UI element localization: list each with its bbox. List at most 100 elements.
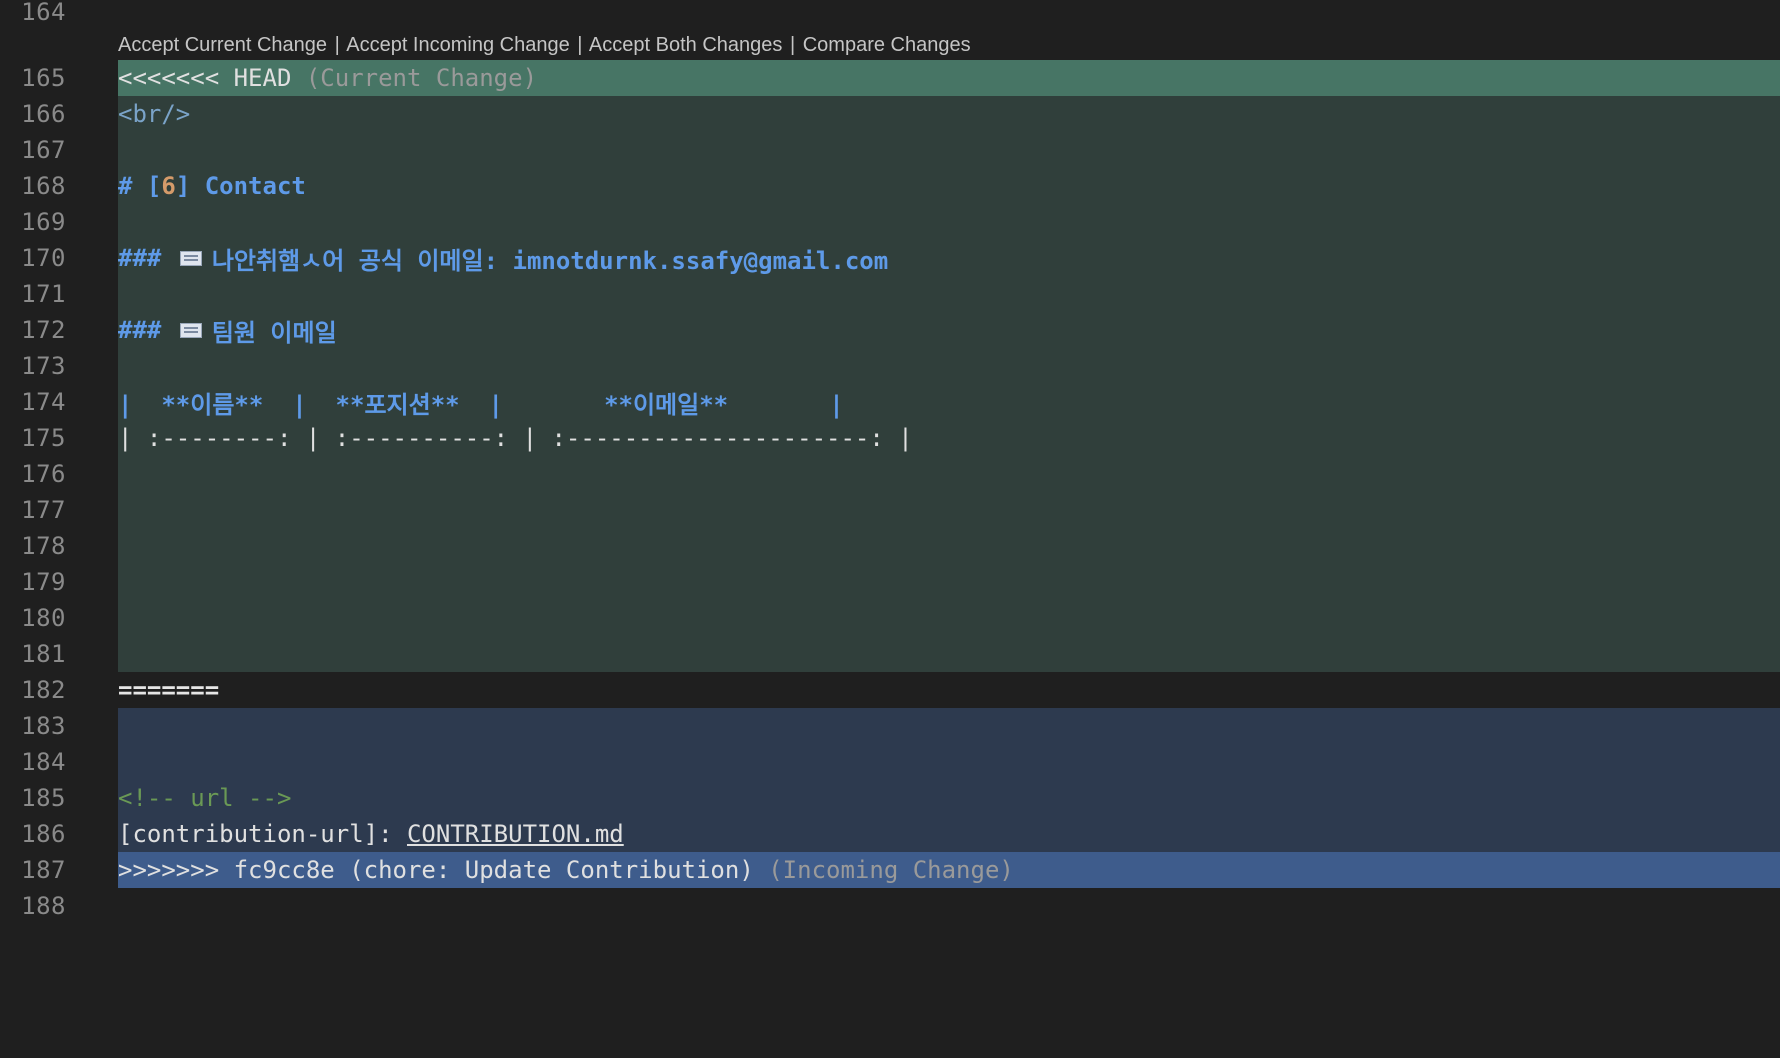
editor-line: 171 (0, 276, 1780, 312)
accept-both-changes-button[interactable]: Accept Both Changes (589, 34, 782, 56)
line-number: 166 (21, 100, 66, 128)
line-number: 184 (21, 748, 66, 776)
code-text (118, 276, 1780, 312)
editor-line: 167 (0, 132, 1780, 168)
line-number: 175 (21, 424, 66, 452)
codelens-separator: | (334, 34, 340, 56)
code-text: <!-- url --> (118, 780, 1780, 816)
editor-line: 181 (0, 636, 1780, 672)
editor-line: 165 <<<<<<< HEAD (Current Change) (0, 60, 1780, 96)
conflict-separator: ======= (118, 672, 1780, 708)
code-text (118, 636, 1780, 672)
editor-line: 177 (0, 492, 1780, 528)
line-number: 178 (21, 532, 66, 560)
code-editor[interactable]: 164 Accept Current Change | Accept Incom… (0, 0, 1780, 1058)
editor-line: 176 (0, 456, 1780, 492)
conflict-start-marker: <<<<<<< HEAD (118, 64, 292, 92)
editor-line: 174 | **이름** | **포지션** | **이메일** | (0, 384, 1780, 420)
line-number: 181 (21, 640, 66, 668)
line-number: 183 (21, 712, 66, 740)
link-reference-label: [contribution-url]: (118, 820, 407, 848)
official-email-heading: ### 나안취햄ㅅ어 공식 이메일: imnotdurnk.ssafy@gmai… (118, 240, 1780, 276)
line-number: 179 (21, 568, 66, 596)
line-number: 186 (21, 820, 66, 848)
line-number: 172 (21, 316, 66, 344)
editor-line: 172 ### 팀원 이메일 (0, 312, 1780, 348)
editor-line: 186 [contribution-url]: CONTRIBUTION.md (0, 816, 1780, 852)
line-number: 171 (21, 280, 66, 308)
line-number: 177 (21, 496, 66, 524)
table-header-text: | **이름** | **포지션** | **이메일** | (118, 390, 844, 419)
line-number: 167 (21, 136, 66, 164)
codelens-separator: | (789, 34, 796, 56)
line-number: 164 (21, 0, 66, 26)
merge-conflict-codelens: Accept Current Change | Accept Incoming … (118, 32, 971, 58)
line-number: 174 (21, 388, 66, 416)
editor-line: 173 (0, 348, 1780, 384)
compare-changes-button[interactable]: Compare Changes (803, 34, 971, 56)
editor-line: 169 (0, 204, 1780, 240)
line-number: 169 (21, 208, 66, 236)
editor-line: 179 (0, 564, 1780, 600)
editor-line: 188 (0, 888, 1780, 924)
code-text (118, 744, 1780, 780)
heading-text: 팀원 이메일 (211, 318, 337, 347)
code-text (118, 528, 1780, 564)
editor-line: 170 ### 나안취햄ㅅ어 공식 이메일: imnotdurnk.ssafy@… (0, 240, 1780, 276)
line-number: 168 (21, 172, 66, 200)
conflict-separator-marker: ======= (118, 676, 220, 704)
table-align-text: | :--------: | :----------: | :---------… (118, 424, 913, 452)
incoming-change-header: >>>>>>> fc9cc8e (chore: Update Contribut… (118, 852, 1780, 888)
heading-prefix: ### (118, 316, 162, 344)
accept-current-change-button[interactable]: Accept Current Change (118, 34, 327, 56)
accept-incoming-change-button[interactable]: Accept Incoming Change (346, 34, 569, 56)
envelope-icon (179, 322, 202, 338)
code-text (118, 708, 1780, 744)
editor-line: 175 | :--------: | :----------: | :-----… (0, 420, 1780, 456)
codelens-separator: | (577, 34, 583, 56)
editor-line: 183 (0, 708, 1780, 744)
code-text (118, 348, 1780, 384)
line-number: 165 (21, 64, 66, 92)
editor-line: 164 (0, 0, 1780, 30)
table-align-row: | :--------: | :----------: | :---------… (118, 420, 1780, 456)
code-text (118, 564, 1780, 600)
code-text (118, 132, 1780, 168)
html-comment: <!-- url --> (118, 784, 292, 812)
code-text (118, 204, 1780, 240)
heading-number: 6 (161, 172, 176, 200)
contact-heading: # [6] Contact (118, 168, 1780, 204)
code-text (118, 492, 1780, 528)
line-number: 170 (21, 244, 66, 272)
editor-line: 182 ======= (0, 672, 1780, 708)
conflict-end-marker: >>>>>>> fc9cc8e (chore: Update Contribut… (118, 856, 754, 884)
contribution-link[interactable]: CONTRIBUTION.md (407, 820, 624, 848)
line-number: 173 (21, 352, 66, 380)
editor-line: 185 <!-- url --> (0, 780, 1780, 816)
editor-line: 180 (0, 600, 1780, 636)
table-header-row: | **이름** | **포지션** | **이메일** | (118, 384, 1780, 420)
editor-line: 187 >>>>>>> fc9cc8e (chore: Update Contr… (0, 852, 1780, 888)
heading-prefix: ### (118, 244, 162, 272)
editor-line: 166 <br/> (0, 96, 1780, 132)
current-change-label: (Current Change) (305, 64, 538, 92)
line-number: 176 (21, 460, 66, 488)
heading-text: ] Contact (175, 172, 306, 200)
link-reference: [contribution-url]: CONTRIBUTION.md (118, 816, 1780, 852)
line-number: 182 (21, 676, 66, 704)
editor-line: 184 (0, 744, 1780, 780)
envelope-icon (179, 250, 202, 266)
line-number: 180 (21, 604, 66, 632)
heading-prefix: # [ (118, 172, 162, 200)
html-br-tag: <br/> (118, 100, 191, 128)
line-number: 188 (21, 892, 66, 920)
editor-line: 168 # [6] Contact (0, 168, 1780, 204)
heading-text: 나안취햄ㅅ어 공식 이메일: imnotdurnk.ssafy@gmail.co… (211, 246, 889, 275)
editor-line: 178 (0, 528, 1780, 564)
code-text (118, 456, 1780, 492)
code-text: <br/> (118, 96, 1780, 132)
team-email-heading: ### 팀원 이메일 (118, 312, 1780, 348)
incoming-change-label: (Incoming Change) (768, 856, 1014, 884)
current-change-header: <<<<<<< HEAD (Current Change) (118, 60, 1780, 96)
